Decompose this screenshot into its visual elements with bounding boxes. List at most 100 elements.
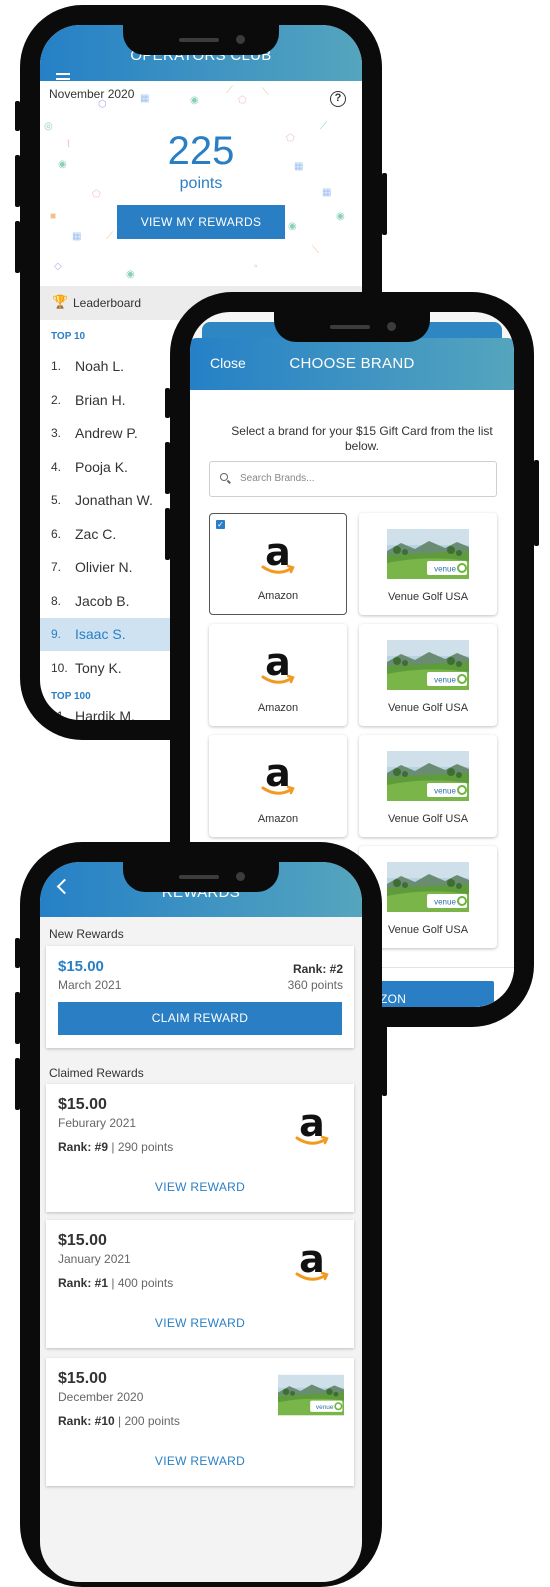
player-name: Isaac S. [75,626,126,642]
selected-checkbox[interactable]: ✓ [216,520,225,529]
reward-date: Feburary 2021 [58,1116,137,1130]
svg-text:a: a [299,1238,325,1281]
brand-name: Venue Golf USA [387,813,469,825]
page-title: CHOOSE BRAND [289,355,415,372]
reward-points: | 200 points [114,1414,180,1428]
screen: REWARDS New Rewards $15.00 March 2021 Ra… [40,862,362,1582]
help-icon[interactable]: ? [330,91,346,107]
phone-side-button [165,508,170,560]
app-bar: Close CHOOSE BRAND [190,338,514,390]
new-reward-card: $15.00 March 2021 Rank: #2 360 points CL… [46,946,354,1048]
search-icon-handle [227,479,231,484]
search-input[interactable]: Search Brands... [209,461,497,497]
venue-golf-logo-holder: venue [387,862,469,912]
venue-golf-logo: venue [387,640,469,690]
month-label: November 2020 [49,87,135,101]
player-name: Pooja K. [75,458,128,475]
svg-text:a: a [299,1102,325,1145]
phone-side-button [382,1010,387,1096]
brand-name: Amazon [257,813,299,825]
notch [123,862,279,892]
venue-golf-logo-holder: venue [278,1374,344,1416]
reward-rank: Rank: #1 [58,1276,109,1290]
claimed-rewards-label: Claimed Rewards [49,1066,144,1080]
venue-golf-logo: venue [278,1374,344,1416]
rank-number: 3. [51,426,62,440]
points-label: points [179,175,223,192]
phone-side-button [15,992,20,1044]
rank-number: 10. [51,660,68,675]
notch [274,312,430,342]
amazon-logo: a [261,751,295,795]
claimed-reward-card: $15.00 January 2021 Rank: #1 | 400 points V… [46,1220,354,1348]
amazon-logo-holder: a [258,640,298,687]
venue-golf-logo-holder: venue [387,751,469,801]
rank-number: 2. [51,392,62,407]
claimed-reward-card: $15.00 Feburary 2021 Rank: #9 | 290 points… [46,1084,354,1212]
venue-golf-logo: venue [387,529,469,579]
reward-date: December 2020 [58,1390,144,1404]
svg-text:venue: venue [434,565,456,574]
reward-rank: Rank: #9 [58,1140,109,1154]
rank-number: 6. [51,526,62,541]
phone-side-button [15,221,20,273]
phone-side-button [382,173,387,235]
phone-side-button [165,388,170,418]
player-name: Olivier N. [75,559,133,575]
player-name: Tony K. [75,659,122,676]
brand-card[interactable]: venue Venue Golf USA [359,624,497,726]
rank-number: 4. [51,459,62,474]
brand-card[interactable]: a Amazon [209,735,347,837]
reward-points: 360 points [287,978,343,992]
phone-rewards: REWARDS New Rewards $15.00 March 2021 Ra… [15,842,387,1587]
top10-label: TOP 10 [51,331,86,342]
view-reward-link[interactable]: VIEW REWARD [46,1316,354,1330]
reward-date: January 2021 [58,1252,131,1266]
phone-side-button [165,442,170,494]
reward-rank: Rank: #10 [58,1414,115,1428]
brand-card[interactable]: venue Venue Golf USA [359,513,497,615]
leaderboard-label: Leaderboard [73,296,142,310]
brand-card[interactable]: venue Venue Golf USA [359,735,497,837]
brand-name: Venue Golf USA [387,591,469,603]
reward-rank: Rank: #2 [292,962,343,976]
svg-text:venue: venue [434,676,456,685]
claimed-reward-card: $15.00 December 2020 Rank: #10 | 200 point… [46,1358,354,1486]
player-name: Brian H. [75,391,126,408]
brand-card[interactable]: ✓ a Amazon [209,513,347,615]
amazon-logo-holder: a [258,530,298,577]
player-name: Hardik M. [75,708,135,720]
reward-amount: $15.00 [58,1232,107,1249]
view-my-rewards-button[interactable]: VIEW MY REWARDS [117,205,285,239]
phone-side-button [15,155,20,207]
reward-rank-line: Rank: #1 | 400 points [58,1276,173,1290]
reward-rank-line: Rank: #9 | 290 points [58,1140,173,1154]
claim-reward-button[interactable]: CLAIM REWARD [58,1002,342,1035]
trophy-icon: 🏆 [52,294,69,309]
reward-amount: $15.00 [58,958,104,975]
brand-name: Amazon [257,590,299,602]
view-reward-link[interactable]: VIEW REWARD [46,1454,354,1468]
reward-points: | 290 points [108,1140,174,1154]
reward-rank-line: Rank: #10 | 200 points [58,1414,180,1428]
player-name: Jonathan W. [75,492,153,508]
brand-name: Amazon [257,702,299,714]
rank-number: 9. [51,627,62,641]
amazon-logo: a [295,1101,329,1145]
amazon-logo-holder: a [292,1237,332,1284]
brand-name: Venue Golf USA [387,702,469,714]
player-name: Jacob B. [75,592,130,609]
svg-text:venue: venue [434,898,456,907]
svg-text:a: a [265,641,291,684]
rank-number: 11. [51,709,67,720]
venue-golf-logo: venue [387,751,469,801]
new-rewards-label: New Rewards [49,927,124,941]
svg-text:a: a [265,752,291,795]
brand-card[interactable]: a Amazon [209,624,347,726]
rank-number: 8. [51,593,62,608]
view-reward-link[interactable]: VIEW REWARD [46,1180,354,1194]
svg-text:venue: venue [316,1404,334,1411]
search-placeholder: Search Brands... [240,473,315,484]
notch [123,25,279,55]
instruction-text: Select a brand for your $15 Gift Card fr… [231,424,493,453]
